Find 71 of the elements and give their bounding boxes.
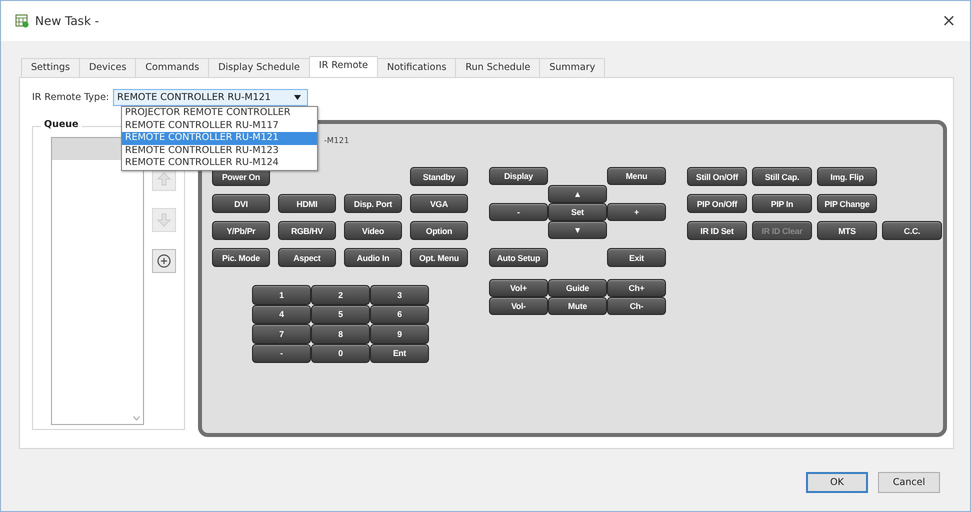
remote-key[interactable]: Still On/Off [687,167,747,186]
remote-key[interactable]: Disp. Port [344,194,402,213]
remote-title: -M121 [324,136,350,145]
remote-type-dropdown[interactable]: REMOTE CONTROLLER RU-M121 [113,88,308,106]
remote-key[interactable]: 1 [252,285,311,304]
remote-key[interactable]: Aspect [278,248,336,267]
queue-button[interactable] [152,249,176,273]
remote-key[interactable]: - [252,344,311,363]
dropdown-option[interactable]: REMOTE CONTROLLER RU-M124 [122,157,317,170]
down-arrow-icon [156,212,172,228]
remote-key[interactable]: Pic. Mode [212,248,270,267]
remote-key[interactable]: 4 [252,304,311,324]
queue-title: Queue [41,119,82,130]
dropdown-option[interactable]: REMOTE CONTROLLER RU-M123 [122,144,317,158]
remote-key[interactable]: VGA [410,194,468,213]
remote-key[interactable]: 5 [311,304,370,324]
remote-key[interactable]: ▲ [548,185,607,203]
remote-key[interactable]: Opt. Menu [410,248,468,267]
remote-key[interactable]: Menu [607,167,666,185]
remote-key[interactable]: 0 [311,344,370,363]
up-arrow-icon [156,171,172,187]
remote-key[interactable]: DVI [212,194,270,213]
remote-key[interactable]: 9 [370,324,429,344]
remote-key[interactable]: Img. Flip [817,167,877,186]
tab[interactable]: Summary [539,58,606,77]
dialog-button[interactable]: OK [806,472,868,492]
remote-key[interactable]: Guide [548,279,607,297]
scroll-down-icon[interactable] [133,416,140,421]
tab[interactable]: IR Remote [308,56,378,77]
remote-key[interactable]: RGB/HV [278,221,336,240]
remote-key[interactable]: ▼ [548,221,607,239]
remote-key[interactable]: Set [548,203,607,221]
caret-icon [294,94,302,100]
task-icon [15,14,29,28]
remote-key[interactable]: 3 [370,285,429,304]
remote-key[interactable]: + [607,203,666,221]
remote-key[interactable]: Audio In [344,248,402,267]
remote-key[interactable]: Vol+ [489,279,548,297]
remote-key[interactable]: Exit [607,248,666,267]
remote-key[interactable]: Auto Setup [489,248,548,267]
remote-key[interactable]: 8 [311,324,370,344]
remote-key[interactable]: Video [344,221,402,240]
window-title: New Task - [35,14,100,28]
remote-key[interactable]: Ent [370,344,429,363]
remote-key[interactable]: Still Cap. [752,167,812,186]
remote-key[interactable]: 6 [370,304,429,324]
remote-key[interactable]: PIP In [752,194,812,213]
remote-key[interactable]: MTS [817,221,877,240]
remote-key[interactable]: Display [489,167,548,185]
dialog-button[interactable]: Cancel [878,472,940,492]
remote-key[interactable]: HDMI [278,194,336,213]
remote-key[interactable]: Ch- [607,297,666,315]
remote-key[interactable]: - [489,203,548,221]
remote-type-label: IR Remote Type: [32,92,110,102]
remote-key[interactable]: 7 [252,324,311,344]
remote-key[interactable]: 2 [311,285,370,304]
remote-key[interactable]: Option [410,221,468,240]
dropdown-option[interactable]: REMOTE CONTROLLER RU-M117 [122,120,317,132]
remote-key[interactable]: PIP Change [817,194,877,213]
remote-key[interactable]: Vol- [489,297,548,315]
remote-key[interactable]: PIP On/Off [687,194,747,213]
add-icon [156,253,172,269]
remote-key[interactable]: Ch+ [607,279,666,297]
dropdown-option[interactable]: PROJECTOR REMOTE CONTROLLER [122,107,317,120]
remote-key[interactable]: Mute [548,297,607,315]
remote-key[interactable]: Y/Pb/Pr [212,221,270,240]
remote-key[interactable]: IR ID Set [687,221,747,240]
close-button[interactable]: × [938,11,960,31]
remote-key[interactable]: C.C. [882,221,942,240]
tab[interactable]: Settings [21,58,80,77]
remote-key[interactable]: Standby [410,167,468,186]
